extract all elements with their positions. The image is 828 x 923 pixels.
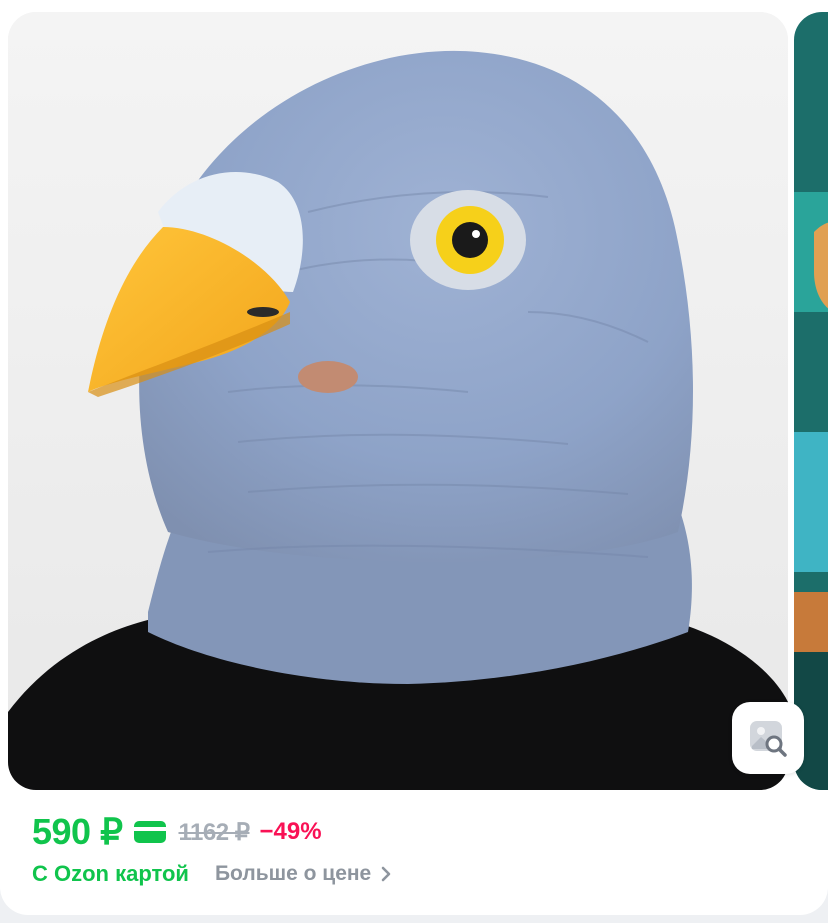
ozon-card-label: С Ozon картой bbox=[32, 861, 189, 886]
discount-badge: −49% bbox=[259, 818, 322, 845]
current-price: 590 ₽ bbox=[32, 811, 123, 852]
price-row: 590 ₽ 1162 ₽ −49% bbox=[32, 810, 322, 854]
image-search-icon bbox=[750, 721, 787, 757]
next-photo-preview bbox=[794, 12, 828, 790]
product-photo bbox=[8, 12, 788, 790]
next-product-image-peek[interactable] bbox=[794, 12, 828, 790]
more-about-price-link[interactable]: Больше о цене bbox=[215, 862, 391, 886]
product-card: 590 ₽ 1162 ₽ −49% С Ozon картой Больше о… bbox=[0, 0, 828, 915]
price-details-row: С Ozon картой Больше о цене bbox=[32, 858, 391, 890]
old-price: 1162 ₽ bbox=[178, 818, 250, 846]
more-about-price-label: Больше о цене bbox=[214, 862, 372, 885]
chevron-right-icon bbox=[381, 866, 391, 882]
bank-card-icon bbox=[134, 821, 167, 843]
image-search-button[interactable] bbox=[732, 702, 804, 774]
product-image-gallery[interactable] bbox=[8, 12, 788, 790]
